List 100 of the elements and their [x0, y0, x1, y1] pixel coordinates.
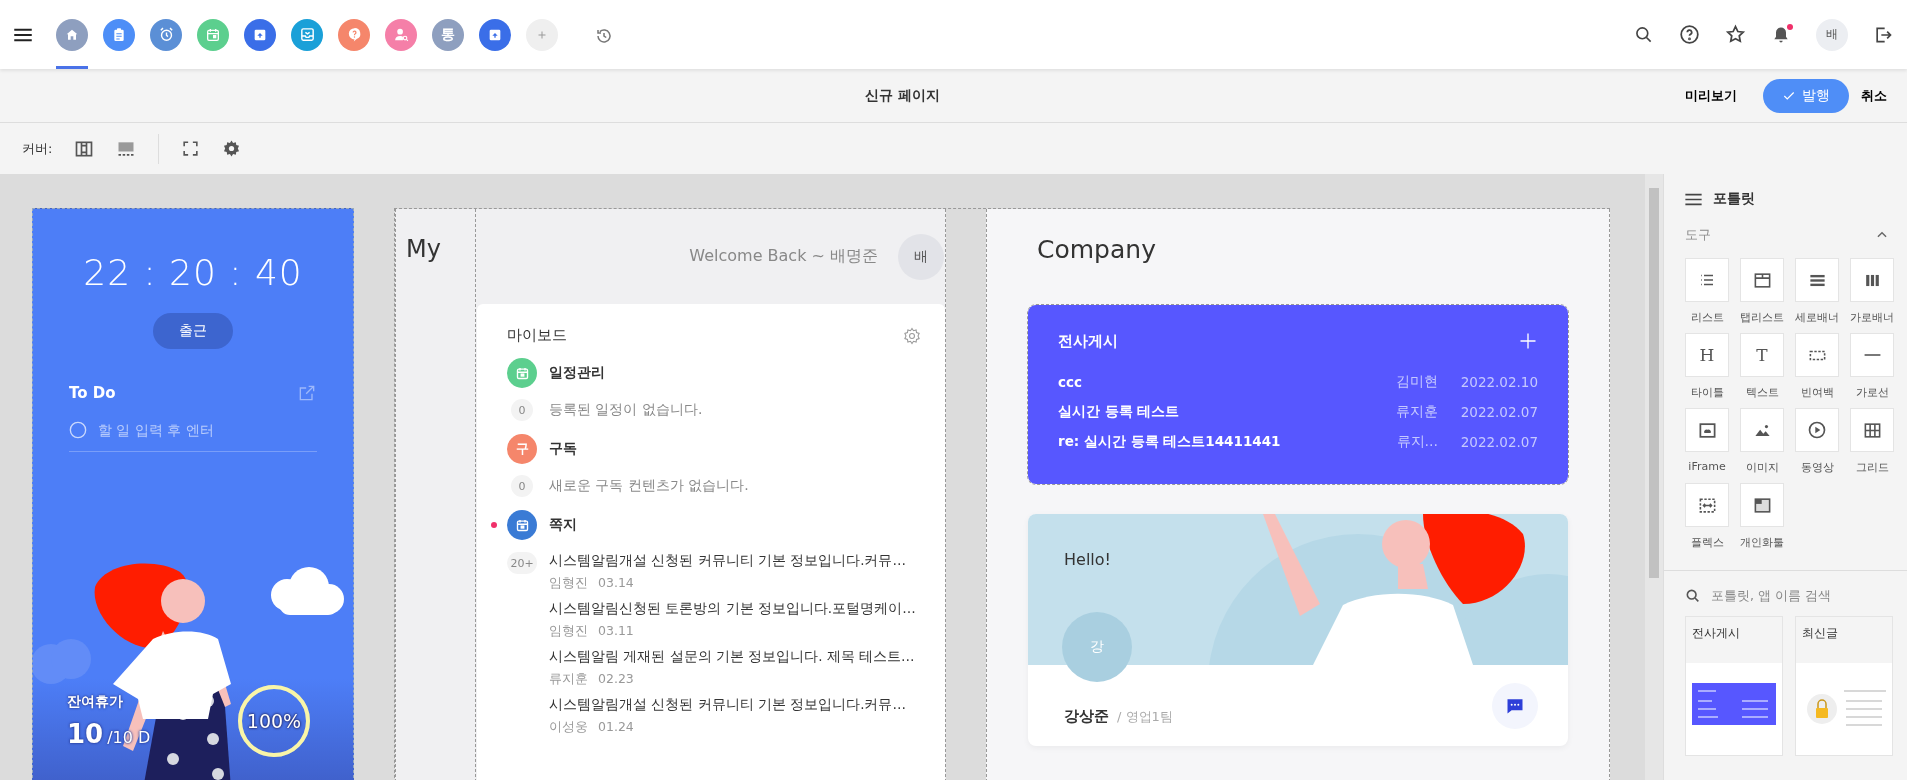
user-avatar[interactable]: 배	[1816, 18, 1848, 51]
leave-value: 10	[67, 719, 104, 749]
tool-label: 타이틀	[1690, 385, 1724, 400]
tool-button[interactable]	[1740, 483, 1784, 527]
settings-icon[interactable]	[222, 139, 242, 158]
tool-label: 가로배너	[1850, 310, 1894, 325]
post-date: 2022.02.10	[1459, 374, 1538, 390]
portlet-preview-card[interactable]: 최신글	[1795, 616, 1893, 756]
post-author: 류지…	[1395, 433, 1438, 451]
tool-label: 동영상	[1800, 460, 1834, 475]
preview-title: 전사게시	[1692, 626, 1740, 640]
tool-button[interactable]	[1795, 408, 1839, 452]
fullscreen-icon[interactable]	[181, 139, 201, 158]
count-badge: 20+	[507, 552, 537, 574]
circle-icon[interactable]	[69, 421, 87, 439]
unread-dot	[491, 522, 497, 528]
message-date: 01.24	[598, 719, 634, 736]
card-title: 전사게시	[1058, 331, 1118, 351]
tool-button[interactable]	[1850, 258, 1894, 302]
section-badge: 구	[507, 434, 537, 464]
tool-label: iFrame	[1688, 460, 1726, 473]
greeting-text: Hello!	[1064, 550, 1111, 569]
post-title[interactable]: 실시간 등록 테스트	[1058, 403, 1358, 421]
post-title[interactable]: ccc	[1058, 374, 1358, 390]
post-author: 류지훈	[1395, 403, 1438, 421]
search-icon	[1685, 587, 1701, 604]
menu-icon[interactable]	[14, 27, 32, 42]
tool-button[interactable]	[1685, 408, 1729, 452]
tool-button[interactable]	[1740, 408, 1784, 452]
letter-icon: H	[1699, 346, 1715, 364]
tool-button[interactable]: T	[1740, 333, 1784, 377]
empty-message: 등록된 일정이 없습니다.	[549, 401, 703, 419]
clock-time: 22 : 20 : 40	[83, 252, 303, 293]
user-avatar: 강	[1062, 612, 1132, 682]
message-author: 이성웅	[549, 719, 588, 736]
tool-label: 가로선	[1855, 385, 1889, 400]
section-title: Company	[1037, 235, 1156, 264]
tool-label: 개인화툴	[1740, 535, 1784, 550]
preview-button[interactable]: 미리보기	[1685, 86, 1737, 105]
section-title[interactable]: 일정관리	[549, 364, 605, 382]
count-badge: 0	[511, 399, 533, 421]
section-title[interactable]: 구독	[549, 440, 577, 458]
page-title: 신규 페이지	[864, 86, 941, 105]
post-title[interactable]: re: 실시간 등록 테스트14411441	[1058, 433, 1358, 451]
message-date: 02.23	[598, 671, 634, 688]
tool-label: 빈여백	[1800, 385, 1834, 400]
frame-icon	[1697, 420, 1717, 440]
add-icon[interactable]	[1518, 331, 1538, 351]
user-avatar: 배	[898, 233, 944, 280]
tool-label: 그리드	[1855, 460, 1889, 475]
post-date: 2022.02.07	[1459, 404, 1538, 420]
tool-button[interactable]: H	[1685, 333, 1729, 377]
post-author: 김미현	[1395, 373, 1438, 391]
resize-box-icon	[1697, 495, 1717, 515]
user-team: / 영업1팀	[1117, 707, 1173, 726]
todo-input-field[interactable]: 할 일 입력 후 엔터	[96, 421, 296, 439]
cancel-button[interactable]: 취소	[1861, 86, 1887, 105]
tool-button[interactable]	[1795, 258, 1839, 302]
inbox-icon	[298, 26, 316, 43]
user-name: 강상준	[1064, 706, 1109, 726]
empty-message: 새로운 구독 컨텐츠가 없습니다.	[549, 477, 749, 495]
search-icon[interactable]	[1634, 24, 1654, 45]
star-icon[interactable]	[1725, 24, 1746, 45]
help-icon[interactable]	[1679, 24, 1700, 45]
preview-title: 최신글	[1802, 626, 1838, 640]
portlet-preview-card[interactable]: 전사게시	[1685, 616, 1783, 756]
message-button[interactable]	[1492, 682, 1538, 729]
welcome-message: Welcome Back ~ 배명준	[689, 246, 878, 267]
app-badge: 통	[432, 18, 464, 51]
todo-title: To Do	[69, 384, 116, 402]
section-title[interactable]: 쪽지	[549, 516, 577, 534]
section-title: My	[406, 235, 441, 263]
tool-button[interactable]	[1740, 258, 1784, 302]
cloud-drawing	[33, 639, 91, 684]
scrollbar[interactable]	[1645, 174, 1663, 780]
tool-label: 플렉스	[1690, 535, 1724, 550]
panel-title: 포틀릿	[1713, 190, 1755, 208]
message-author: 임형진	[549, 623, 588, 640]
tool-button[interactable]	[1685, 483, 1729, 527]
play-icon	[1807, 420, 1827, 440]
section-label: 도구	[1685, 226, 1711, 244]
tool-label: 세로배너	[1795, 310, 1839, 325]
grid-icon	[1862, 420, 1882, 440]
check-in-button[interactable]: 출근	[153, 313, 233, 349]
search-field[interactable]: 포틀릿, 앱 이름 검색	[1709, 587, 1889, 604]
menu-icon[interactable]	[1685, 192, 1702, 206]
tool-label: 리스트	[1690, 310, 1724, 325]
message-author: 류지훈	[549, 671, 588, 688]
person-search-icon	[392, 26, 410, 43]
count-badge: 0	[511, 475, 533, 497]
message-title[interactable]: 시스템알림신청된 토론방의 기본 정보입니다.포털명케이…	[549, 600, 921, 618]
message-title[interactable]: 시스템알림개설 신청된 커뮤니티 기본 정보입니다.커뮤…	[549, 552, 921, 570]
letter-icon: T	[1756, 346, 1768, 364]
tool-button[interactable]	[1850, 408, 1894, 452]
message-title[interactable]: 시스템알림개설 신청된 커뮤니티 기본 정보입니다.커뮤…	[549, 696, 921, 714]
message-title[interactable]: 시스템알림 게재된 설문의 기본 정보입니다. 제목 테스트…	[549, 648, 921, 666]
post-date: 2022.02.07	[1459, 434, 1538, 450]
message-date: 03.11	[598, 623, 634, 640]
history-icon[interactable]	[595, 27, 613, 45]
clipboard-icon	[111, 26, 127, 43]
